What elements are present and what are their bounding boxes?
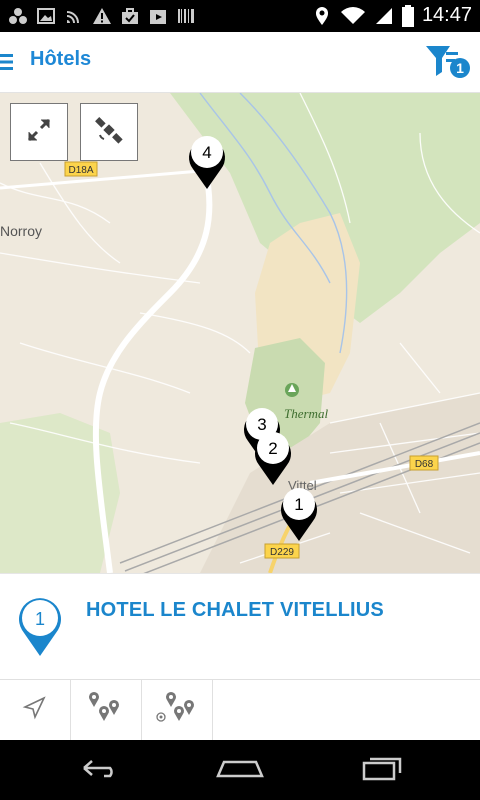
nearby-pins-icon (86, 691, 126, 730)
map-marker-4[interactable]: 4 (188, 136, 225, 189)
play-store-icon (148, 6, 168, 26)
navigate-icon (22, 695, 48, 726)
status-time: 14:47 (421, 4, 472, 26)
status-bar: 14:47 (0, 0, 480, 32)
page-title[interactable]: Hôtels (30, 48, 91, 71)
briefcase-icon (120, 6, 140, 26)
svg-text:1: 1 (35, 609, 45, 629)
my-location-pins-icon (155, 691, 199, 730)
hotel-marker-icon: 1 (19, 598, 62, 656)
satellite-icon (94, 115, 124, 150)
app-bar: Hôtels 1 (0, 32, 480, 93)
menu-icon[interactable] (0, 52, 16, 72)
road-label-d18a: D18A (64, 161, 98, 177)
back-button[interactable] (76, 755, 124, 785)
nearby-hotels-button[interactable] (71, 680, 142, 741)
battery-icon (401, 4, 414, 27)
navigate-button[interactable] (0, 680, 71, 741)
home-icon (216, 756, 264, 785)
location-icon (312, 6, 332, 26)
svg-text:1: 1 (294, 495, 303, 514)
map-view[interactable]: D18A D68 D229 Norroy Thermal Vittel 4 3 … (0, 93, 480, 573)
svg-text:4: 4 (202, 143, 211, 162)
fullscreen-button[interactable] (10, 103, 68, 161)
hotel-name[interactable]: HOTEL LE CHALET VITELLIUS (86, 599, 384, 622)
svg-text:3: 3 (257, 415, 266, 434)
fullscreen-icon (26, 117, 52, 148)
satellite-button[interactable] (80, 103, 138, 161)
system-nav-bar (0, 740, 480, 800)
place-label-norroy: Norroy (0, 223, 42, 239)
svg-text:D18A: D18A (68, 165, 93, 176)
warning-icon (92, 6, 112, 26)
svg-text:2: 2 (268, 439, 277, 458)
road-label-d68: D68 (409, 455, 439, 471)
svg-text:D68: D68 (415, 459, 434, 470)
filter-button[interactable]: 1 (424, 42, 472, 82)
barcode-icon (176, 6, 196, 26)
cast-icon (64, 6, 84, 26)
app-icon (8, 6, 28, 26)
svg-text:D229: D229 (270, 547, 294, 558)
recent-apps-button[interactable] (358, 755, 406, 785)
road-label-d229: D229 (264, 543, 300, 559)
recent-apps-icon (360, 755, 404, 786)
hotel-info-panel[interactable]: 1 HOTEL LE CHALET VITELLIUS (0, 573, 480, 680)
image-icon (36, 6, 56, 26)
back-icon (78, 756, 122, 785)
filter-badge: 1 (456, 60, 464, 76)
wifi-icon (340, 6, 366, 26)
map-tools-bar (0, 679, 480, 741)
home-button[interactable] (216, 755, 264, 785)
signal-icon (374, 6, 394, 26)
map-canvas: D18A D68 D229 Norroy Thermal Vittel 4 3 … (0, 93, 480, 573)
place-label-thermal: Thermal (284, 406, 328, 421)
hotels-near-me-button[interactable] (142, 680, 213, 741)
